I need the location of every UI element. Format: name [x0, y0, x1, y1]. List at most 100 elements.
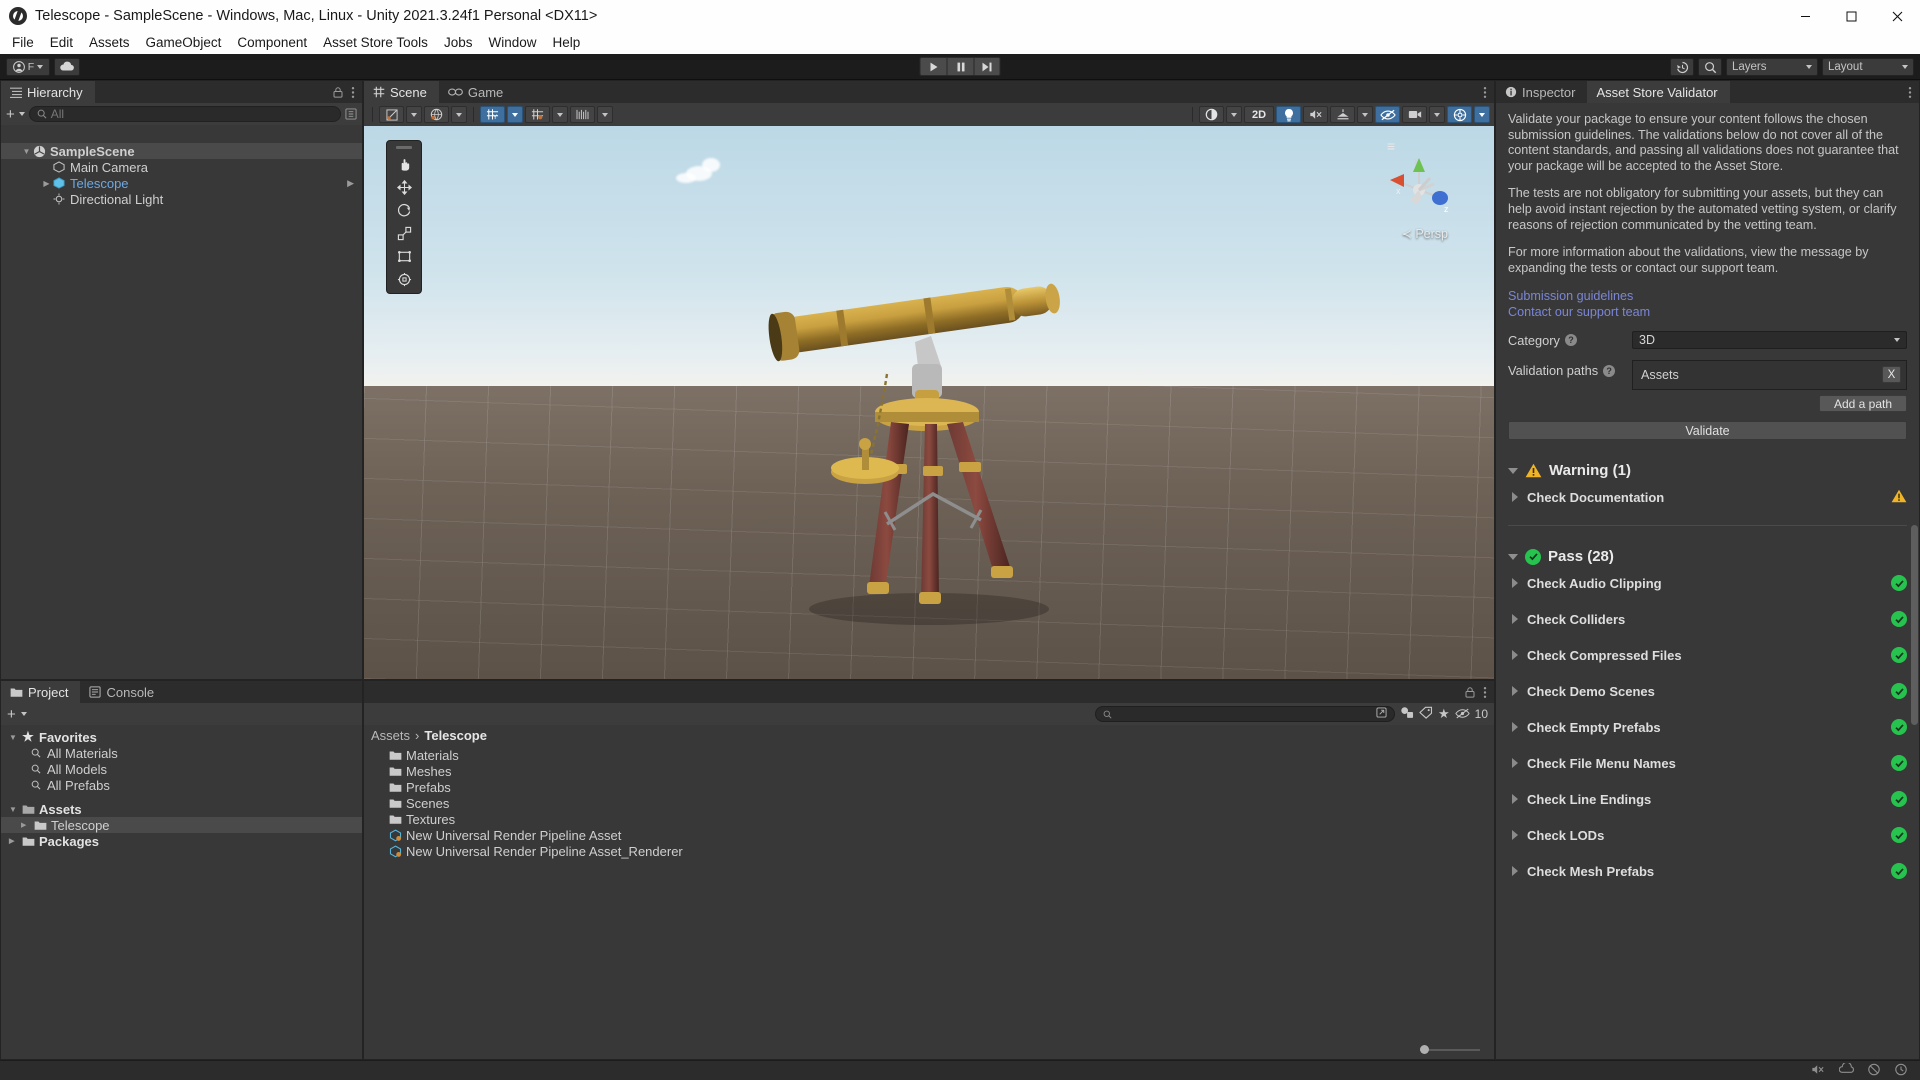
- filter-type-icon[interactable]: [1400, 706, 1414, 722]
- expand-arrow-right-icon[interactable]: [1512, 758, 1518, 769]
- scene-visibility-button[interactable]: [1375, 106, 1400, 123]
- menu-item-asset-store-tools[interactable]: Asset Store Tools: [315, 32, 436, 54]
- support-team-link[interactable]: Contact our support team: [1508, 304, 1907, 320]
- expand-arrow-right-icon[interactable]: ▶: [21, 821, 33, 829]
- grid-scale-button[interactable]: [570, 106, 595, 123]
- validation-paths-list[interactable]: Assets X: [1632, 360, 1907, 391]
- close-icon[interactable]: [1874, 0, 1920, 32]
- validator-check-row[interactable]: Check Documentation: [1508, 479, 1907, 515]
- scene-lighting-button[interactable]: [1276, 106, 1301, 123]
- gizmos-toggle-button[interactable]: [1447, 106, 1472, 123]
- collapse-arrow-down-icon[interactable]: [1508, 553, 1518, 560]
- expand-arrow-right-icon[interactable]: [1512, 492, 1518, 503]
- scale-tool[interactable]: [390, 223, 418, 244]
- menu-item-window[interactable]: Window: [480, 32, 544, 54]
- project-tree-item-all-materials[interactable]: All Materials: [1, 745, 362, 761]
- filter-label-icon[interactable]: [1419, 706, 1433, 722]
- project-tree[interactable]: ▼ ★ Favorites All Materials All Models A…: [1, 725, 362, 1059]
- expand-arrow-right-icon[interactable]: [1512, 686, 1518, 697]
- pass-group-header[interactable]: Pass (28): [1508, 548, 1907, 565]
- telescope-3d-model[interactable]: [719, 194, 1139, 634]
- projection-label-group[interactable]: ≺ Persp: [1401, 226, 1448, 241]
- validator-check-row[interactable]: Check Compressed Files: [1508, 637, 1907, 673]
- gizmos-toggle-dropdown[interactable]: [1474, 106, 1490, 123]
- expand-arrow-right-icon[interactable]: [1512, 578, 1518, 589]
- project-item[interactable]: Textures: [364, 811, 1494, 827]
- play-button[interactable]: [919, 57, 947, 76]
- error-pause-icon[interactable]: [1867, 1063, 1881, 1079]
- scrollbar-thumb[interactable]: [1911, 525, 1918, 725]
- project-tree-item-all-prefabs[interactable]: All Prefabs: [1, 777, 362, 793]
- project-tree-item-favorites[interactable]: ▼ ★ Favorites: [1, 729, 362, 745]
- gizmo-shading-button[interactable]: [1199, 106, 1224, 123]
- project-item[interactable]: Prefabs: [364, 779, 1494, 795]
- transform-tool[interactable]: [390, 269, 418, 290]
- validator-check-row[interactable]: Check Mesh Prefabs: [1508, 853, 1907, 889]
- project-item[interactable]: New Universal Render Pipeline Asset_Rend…: [364, 843, 1494, 859]
- project-item[interactable]: Scenes: [364, 795, 1494, 811]
- thumbnail-size-slider[interactable]: [364, 1041, 1494, 1059]
- scene-orientation-gizmo[interactable]: x z y: [1380, 150, 1458, 228]
- hierarchy-item-main-camera[interactable]: Main Camera: [1, 159, 362, 175]
- pause-button[interactable]: [946, 57, 974, 76]
- clock-icon[interactable]: [1894, 1063, 1908, 1079]
- rect-tool[interactable]: [390, 246, 418, 267]
- submission-guidelines-link[interactable]: Submission guidelines: [1508, 288, 1907, 304]
- grid-axis-dropdown[interactable]: [507, 106, 523, 123]
- remove-path-button[interactable]: X: [1882, 366, 1901, 384]
- tab-asset-store-validator[interactable]: Asset Store Validator: [1587, 81, 1730, 103]
- gizmo-shading-dropdown[interactable]: [1226, 106, 1242, 123]
- validator-check-row[interactable]: Check Empty Prefabs: [1508, 709, 1907, 745]
- layers-dropdown[interactable]: Layers: [1726, 58, 1818, 76]
- kebab-menu-icon[interactable]: [1908, 86, 1912, 99]
- menu-item-assets[interactable]: Assets: [81, 32, 138, 54]
- hierarchy-extra-icon[interactable]: [345, 108, 357, 120]
- add-path-button[interactable]: Add a path: [1819, 395, 1907, 413]
- slider-knob[interactable]: [1420, 1045, 1429, 1054]
- audio-mute-button[interactable]: [1303, 106, 1328, 123]
- help-icon[interactable]: ?: [1564, 334, 1577, 347]
- collab-icon[interactable]: [1838, 1061, 1854, 1079]
- shading-mode-dropdown[interactable]: [451, 106, 467, 123]
- tab-inspector[interactable]: Inspector: [1496, 81, 1588, 103]
- chevron-down-icon[interactable]: [20, 712, 27, 716]
- search-input[interactable]: [1094, 706, 1395, 722]
- favorite-star-icon[interactable]: ★: [1438, 706, 1450, 722]
- kebab-menu-icon[interactable]: [351, 86, 355, 99]
- menu-item-edit[interactable]: Edit: [42, 32, 81, 54]
- validator-check-row[interactable]: Check Audio Clipping: [1508, 565, 1907, 601]
- validator-check-row[interactable]: Check Line Endings: [1508, 781, 1907, 817]
- camera-overlay-button[interactable]: [1402, 106, 1427, 123]
- validator-scrollbar[interactable]: [1911, 105, 1918, 1059]
- lock-icon[interactable]: [1465, 686, 1475, 698]
- tab-project[interactable]: Project: [1, 681, 81, 703]
- scene-viewport[interactable]: ≡ x z y ≺ Persp: [364, 126, 1494, 679]
- lock-icon[interactable]: [333, 86, 343, 98]
- category-dropdown[interactable]: 3D: [1632, 331, 1907, 350]
- toggle-2d-button[interactable]: 2D: [1244, 106, 1274, 123]
- slider-track[interactable]: [1420, 1045, 1480, 1054]
- cloud-services-button[interactable]: [54, 57, 80, 76]
- account-button[interactable]: F: [6, 57, 50, 76]
- project-tree-item-assets[interactable]: ▼ Assets: [1, 801, 362, 817]
- tab-console[interactable]: Console: [80, 681, 167, 703]
- hierarchy-item-samplescene[interactable]: ▼ SampleScene: [1, 143, 362, 159]
- search-input[interactable]: All: [28, 106, 341, 122]
- help-icon[interactable]: ?: [1603, 364, 1616, 377]
- validate-button[interactable]: Validate: [1508, 421, 1907, 441]
- validator-check-row[interactable]: Check File Menu Names: [1508, 745, 1907, 781]
- project-item[interactable]: Materials: [364, 747, 1494, 763]
- hierarchy-item-telescope[interactable]: ▶ Telescope ▶: [1, 175, 362, 191]
- draw-mode-button[interactable]: [379, 106, 404, 123]
- menu-item-gameobject[interactable]: GameObject: [138, 32, 230, 54]
- breadcrumb-assets[interactable]: Assets: [371, 728, 410, 743]
- expand-arrow-right-icon[interactable]: ▶: [41, 179, 52, 188]
- chevron-down-icon[interactable]: [18, 112, 25, 116]
- menu-item-component[interactable]: Component: [229, 32, 315, 54]
- visibility-icon[interactable]: [1454, 706, 1470, 722]
- kebab-menu-icon[interactable]: [1483, 686, 1487, 699]
- minimize-icon[interactable]: [1782, 0, 1828, 32]
- project-item[interactable]: Meshes: [364, 763, 1494, 779]
- grid-scale-dropdown[interactable]: [597, 106, 613, 123]
- menu-item-file[interactable]: File: [4, 32, 42, 54]
